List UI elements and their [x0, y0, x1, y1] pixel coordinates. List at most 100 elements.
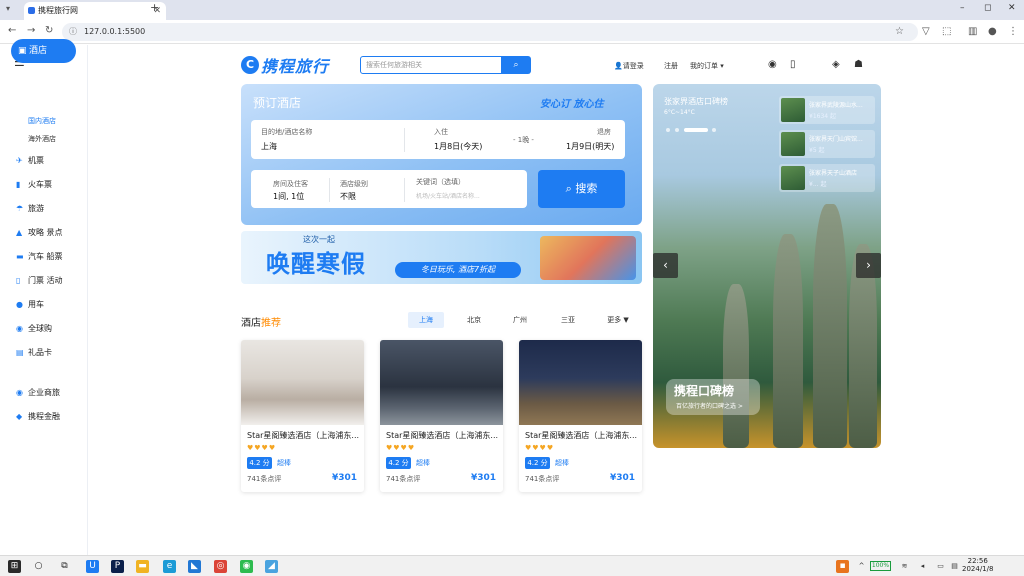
more-menu-icon[interactable]: ⋮ [1008, 26, 1018, 37]
login-link[interactable]: 👤请登录 [614, 61, 644, 71]
plane-icon: ✈ [16, 156, 23, 165]
sidebar-item-business[interactable]: ◉ 企业商旅 [16, 387, 60, 398]
tray-app-icon[interactable]: ▪ [836, 560, 849, 573]
carousel-next-button[interactable]: › [856, 253, 881, 278]
sidebar-toggle-icon[interactable]: ▥ [968, 26, 977, 37]
system-clock[interactable]: 22:56 2024/1/8 [962, 557, 993, 573]
city-tab-guangzhou[interactable]: 广州 [502, 312, 538, 328]
notification-icon[interactable]: ▤ [948, 560, 961, 573]
chrome-icon[interactable]: ◎ [214, 560, 227, 573]
tag-icon[interactable]: ◈ [832, 59, 840, 70]
bookmark-star-icon[interactable]: ☆ [895, 26, 904, 37]
keyword-input[interactable]: 机场/火车站/酒店名称... [416, 191, 480, 200]
train-icon: ▮ [16, 180, 21, 189]
hotel-card[interactable]: Star星阁臻选酒店（上海浦东... ♥♥♥♥ 4.2 分 超棒 741条点评 … [380, 340, 503, 492]
url-input[interactable]: ⓘ 127.0.0.1:5500 [62, 23, 918, 41]
forward-icon[interactable]: → [27, 25, 35, 36]
keyboard-icon[interactable]: ▭ [934, 560, 947, 573]
hotel-card[interactable]: Star星阁臻选酒店（上海浦东... ♥♥♥♥ 4.2 分 超棒 741条点评 … [241, 340, 364, 492]
mobile-icon[interactable]: ▯ [790, 59, 796, 70]
favicon-icon [28, 7, 35, 14]
battery-indicator[interactable]: 100% [870, 561, 891, 571]
hotel-image [380, 340, 503, 425]
rooms-field[interactable]: 1间, 1位 [273, 191, 304, 202]
sidebar-item-shopping[interactable]: ◉ 全球购 [16, 323, 52, 334]
search-icon[interactable]: ○ [32, 560, 45, 573]
profile-icon[interactable]: ● [988, 26, 997, 37]
city-tab-beijing[interactable]: 北京 [456, 312, 492, 328]
city-tab-more[interactable]: 更多 ▼ [598, 312, 638, 328]
sidebar-item-finance[interactable]: ◆ 携程金融 [16, 411, 60, 422]
new-tab-button[interactable]: + [150, 1, 159, 14]
tray-chevron-icon[interactable]: ^ [855, 560, 868, 573]
start-icon[interactable]: ⊞ [8, 560, 21, 573]
hotel-price: ¥301 [609, 473, 635, 483]
carousel-prev-button[interactable]: ‹ [653, 253, 678, 278]
sidebar-item-giftcard[interactable]: ▤ 礼品卡 [16, 347, 52, 358]
network-icon[interactable]: ≋ [898, 560, 911, 573]
photoshop-icon[interactable]: P [111, 560, 124, 573]
checkout-field[interactable]: 1月9日(明天) [566, 141, 614, 152]
minimize-button[interactable]: – [960, 3, 965, 13]
extension-icon[interactable]: ▽ [922, 26, 930, 37]
carousel-dot-active[interactable] [684, 128, 708, 132]
tab-list-icon[interactable]: ▾ [6, 4, 10, 13]
sidebar-sub-overseas[interactable]: 海外酒店 [28, 134, 56, 144]
vscode-icon[interactable]: ◣ [188, 560, 201, 573]
sidebar-item-bus[interactable]: ▬ 汽车 船票 [16, 251, 63, 262]
level-field[interactable]: 不限 [340, 191, 356, 202]
sidebar-item-train[interactable]: ▮ 火车票 [16, 179, 52, 190]
checkin-field[interactable]: 1月8日(今天) [434, 141, 482, 152]
thumb-title: 张家界天子山酒店 [809, 170, 858, 177]
register-link[interactable]: 注册 [664, 61, 678, 71]
ctrip-logo[interactable]: C 携程旅行 [241, 54, 329, 76]
task-view-icon[interactable]: ⧉ [58, 560, 71, 573]
dolphin-logo-icon: C [241, 56, 259, 74]
close-window-button[interactable]: ✕ [1008, 3, 1016, 13]
mountain-peak [773, 234, 803, 448]
banner-promo-pill: 冬日玩乐, 酒店7折起 [395, 262, 521, 278]
koubei-subtitle: 百亿旅行者的口碑之选 > [676, 403, 743, 410]
app-icon[interactable]: U [86, 560, 99, 573]
sidebar-item-flights[interactable]: ✈ 机票 [16, 155, 44, 166]
carousel-dot[interactable] [675, 128, 679, 132]
scenery-thumb[interactable]: 张家界武陵源山水... ¥1634 起 [779, 96, 875, 124]
carousel-dot[interactable] [666, 128, 670, 132]
volume-icon[interactable]: ◂ [916, 560, 929, 573]
puzzle-icon[interactable]: ⬚ [942, 26, 951, 37]
site-search-button[interactable]: ⌕ [501, 56, 531, 74]
carousel-dot[interactable] [712, 128, 716, 132]
back-icon[interactable]: ← [8, 25, 16, 36]
destination-field[interactable]: 上海 [261, 141, 277, 152]
site-info-icon[interactable]: ⓘ [69, 23, 77, 41]
sidebar-item-travel[interactable]: ☂ 旅游 [16, 203, 44, 214]
hotel-image [519, 340, 642, 425]
sidebar-item-car[interactable]: ● 用车 [16, 299, 44, 310]
sidebar-item-guides[interactable]: ▲ 攻略 景点 [16, 227, 63, 238]
scenery-thumb[interactable]: 张家界天门山宾馆... ¥5 起 [779, 130, 875, 158]
browser-tab[interactable]: 携程旅行网 ✕ [24, 2, 166, 20]
file-explorer-icon[interactable]: ▬ [136, 560, 149, 573]
city-tab-shanghai[interactable]: 上海 [408, 312, 444, 328]
mountain-peak [813, 204, 847, 448]
reload-icon[interactable]: ↻ [45, 25, 53, 36]
hotel-card[interactable]: Star星阁臻选酒店（上海浦东... ♥♥♥♥ 4.2 分 超棒 741条点评 … [519, 340, 642, 492]
maximize-button[interactable]: ◻ [984, 3, 991, 13]
app-icon[interactable]: ◢ [265, 560, 278, 573]
edge-icon[interactable]: e [163, 560, 176, 573]
hotel-stars: ♥♥♥♥ [247, 444, 277, 452]
hotel-search-button[interactable]: ⌕ 搜索 [538, 170, 625, 208]
scenery-thumb[interactable]: 张家界天子山酒店 ¥... 起 [779, 164, 875, 192]
globe-icon: ◉ [16, 324, 23, 333]
sidebar-item-tickets[interactable]: ▯ 门票 活动 [16, 275, 63, 286]
sidebar-sub-domestic[interactable]: 国内酒店 [28, 116, 56, 126]
sidebar-item-hotel[interactable]: ▣ 酒店 [11, 39, 76, 63]
service-headset-icon[interactable]: ◉ [768, 59, 777, 70]
hotel-price: ¥301 [470, 473, 496, 483]
user-group-icon[interactable]: ☗ [854, 59, 863, 70]
thumb-image [781, 132, 805, 156]
my-orders-dropdown[interactable]: 我的订单 ▾ [690, 61, 724, 71]
city-tab-sanya[interactable]: 三亚 [550, 312, 586, 328]
wechat-icon[interactable]: ◉ [240, 560, 253, 573]
site-search-input[interactable]: 搜索任何旅游相关 [360, 56, 502, 74]
